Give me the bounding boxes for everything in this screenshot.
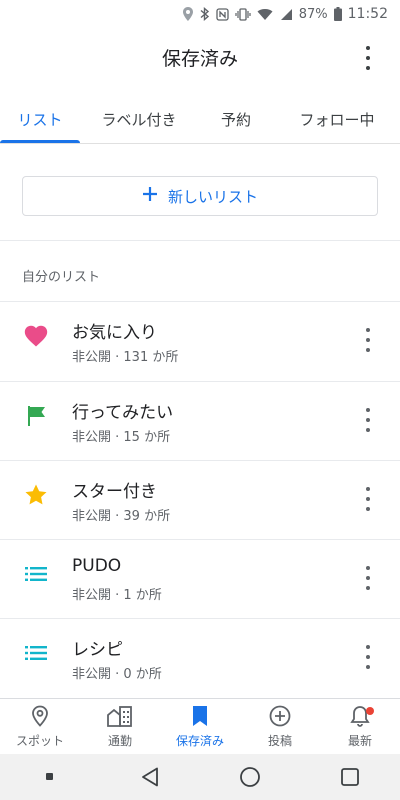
list-item-favorites[interactable]: お気に入り 非公開 · 131 か所 — [0, 302, 400, 381]
tab-label: ラベル付き — [101, 111, 177, 129]
bluetooth-icon — [200, 7, 210, 21]
clock: 11:52 — [347, 6, 388, 22]
bookmark-icon — [192, 705, 208, 730]
nav-label: 最新 — [347, 733, 372, 748]
new-list-button[interactable]: 新しいリスト — [22, 176, 378, 216]
app-bar: 保存済み — [0, 28, 400, 86]
list-subtitle: 非公開 · 131 か所 — [72, 350, 179, 365]
list-subtitle: 非公開 · 0 か所 — [72, 667, 162, 682]
system-navigation-bar — [0, 754, 400, 800]
nav-label: 投稿 — [267, 733, 292, 748]
tab-label: 予約 — [220, 111, 251, 129]
list-icon — [22, 560, 50, 588]
flag-icon — [22, 402, 50, 430]
list-icon — [22, 639, 50, 667]
place-icon — [31, 705, 49, 730]
star-icon — [22, 481, 50, 509]
page-title: 保存済み — [161, 47, 238, 70]
nav-saved[interactable]: 保存済み — [160, 699, 240, 754]
notification-badge — [366, 707, 374, 715]
tab-indicator — [0, 140, 80, 143]
nav-label: 通勤 — [107, 733, 132, 748]
list-item-recipes[interactable]: レシピ 非公開 · 0 か所 — [0, 619, 400, 698]
nfc-icon — [216, 7, 229, 21]
more-vert-icon[interactable] — [360, 645, 376, 669]
nav-label: 保存済み — [175, 733, 224, 748]
more-vert-icon[interactable] — [360, 487, 376, 511]
list-item-pudo[interactable]: PUDO 非公開 · 1 か所 — [0, 540, 400, 619]
more-vert-icon[interactable] — [360, 566, 376, 590]
list-title: 行ってみたい — [72, 403, 174, 423]
plus-icon — [142, 186, 158, 206]
more-vert-icon[interactable] — [360, 408, 376, 432]
tab-following[interactable]: フォロー中 — [274, 96, 400, 143]
battery-percent: 87% — [298, 6, 328, 22]
list-subtitle: 非公開 · 15 か所 — [72, 430, 171, 445]
more-vert-icon[interactable] — [360, 328, 376, 352]
wifi-icon — [257, 8, 273, 21]
nav-commute[interactable]: 通勤 — [80, 699, 160, 754]
signal-icon — [279, 8, 293, 21]
nav-contribute[interactable]: 投稿 — [240, 699, 320, 754]
tab-bar: リスト ラベル付き 予約 フォロー中 — [0, 96, 400, 144]
back-icon[interactable] — [130, 757, 170, 797]
tab-list[interactable]: リスト — [0, 96, 80, 143]
recent-dot-icon[interactable] — [30, 757, 70, 797]
list-title: PUDO — [72, 556, 122, 576]
heart-icon — [22, 322, 50, 350]
list-item-starred[interactable]: スター付き 非公開 · 39 か所 — [0, 461, 400, 540]
add-circle-icon — [269, 705, 291, 730]
nav-updates[interactable]: 最新 — [320, 699, 400, 754]
list-subtitle: 非公開 · 39 か所 — [72, 509, 171, 524]
status-bar: 87% 11:52 — [0, 0, 400, 28]
commute-icon — [107, 705, 133, 730]
list-title: レシピ — [72, 640, 123, 660]
list-title: スター付き — [72, 482, 157, 502]
list-subtitle: 非公開 · 1 か所 — [72, 588, 162, 603]
nav-explore[interactable]: スポット — [0, 699, 80, 754]
bottom-navigation: スポット 通勤 保存済み 投稿 最新 — [0, 698, 400, 754]
location-icon — [182, 7, 194, 21]
vibrate-icon — [235, 7, 251, 21]
tab-labeled[interactable]: ラベル付き — [80, 96, 198, 143]
tab-label: フォロー中 — [299, 111, 375, 129]
new-list-label: 新しいリスト — [167, 187, 258, 206]
home-icon[interactable] — [230, 757, 270, 797]
divider — [0, 240, 400, 241]
tab-reservations[interactable]: 予約 — [198, 96, 274, 143]
section-heading: 自分のリスト — [22, 270, 101, 285]
tab-label: リスト — [17, 111, 63, 129]
nav-label: スポット — [15, 733, 64, 748]
list-item-want-to-go[interactable]: 行ってみたい 非公開 · 15 か所 — [0, 382, 400, 461]
overview-icon[interactable] — [330, 757, 370, 797]
list-title: お気に入り — [72, 323, 157, 343]
battery-icon — [333, 7, 342, 21]
more-vert-icon[interactable] — [358, 46, 378, 70]
